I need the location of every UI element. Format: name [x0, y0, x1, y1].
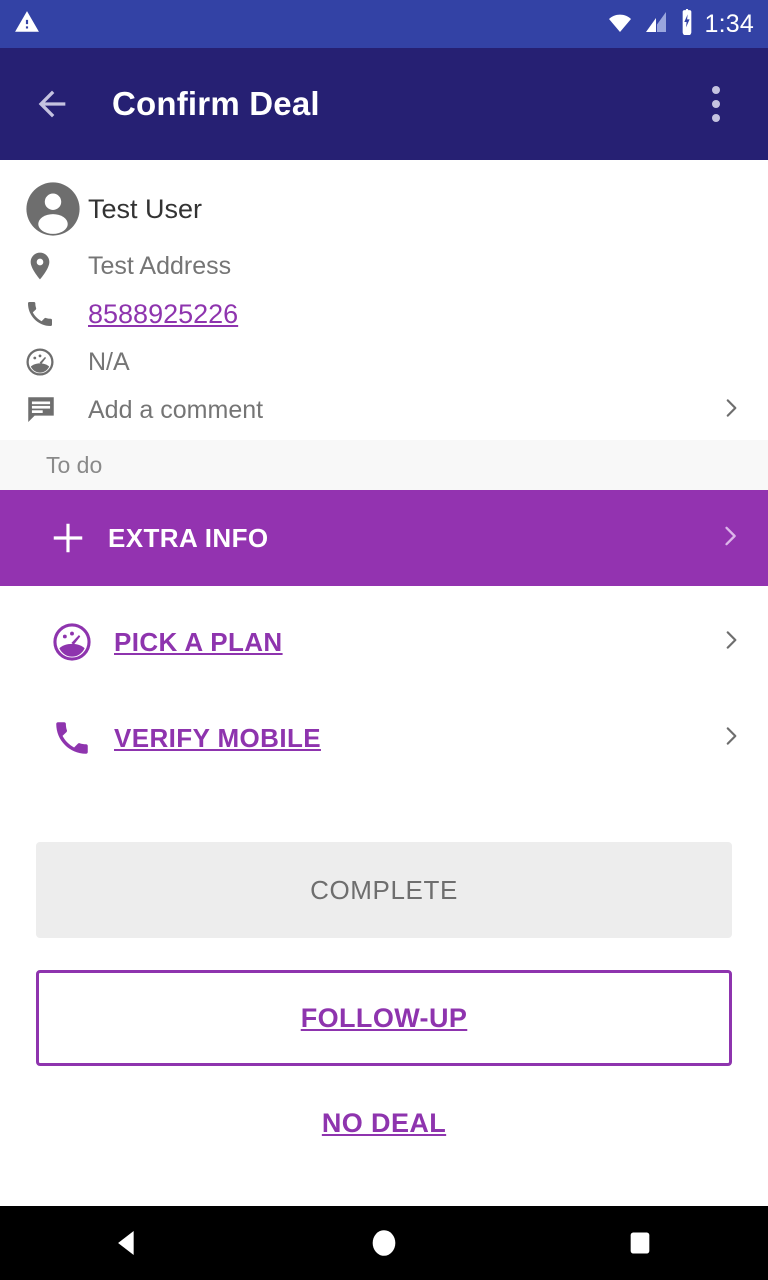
- main-content: Test User Test Address 8588925226 N/A Ad…: [0, 160, 768, 1206]
- speedometer-icon: [46, 620, 98, 664]
- phone-icon: [24, 298, 88, 330]
- contact-comment-row[interactable]: Add a comment: [0, 386, 768, 434]
- android-nav-bar: [0, 1206, 768, 1280]
- cell-signal-icon: [643, 10, 669, 39]
- contact-plan-row: N/A: [0, 338, 768, 386]
- follow-up-button[interactable]: FOLLOW-UP: [36, 970, 732, 1066]
- wifi-icon: [606, 10, 634, 39]
- overflow-menu-icon[interactable]: [688, 76, 744, 132]
- contact-phone-row[interactable]: 8588925226: [0, 290, 768, 338]
- status-bar-clock: 1:34: [704, 9, 754, 38]
- chevron-right-icon[interactable]: [716, 522, 744, 555]
- chevron-right-icon[interactable]: [718, 395, 744, 426]
- phone-screen: 1:34 Confirm Deal Test User Test Address…: [0, 0, 768, 1280]
- contact-name: Test User: [88, 193, 203, 224]
- back-arrow-icon[interactable]: [24, 76, 80, 132]
- person-avatar-icon: [24, 180, 88, 238]
- todo-section-header: To do: [0, 440, 768, 490]
- nav-recents-square-icon[interactable]: [580, 1206, 700, 1280]
- contact-comment-placeholder: Add a comment: [88, 395, 264, 424]
- nav-back-triangle-icon[interactable]: [68, 1206, 188, 1280]
- contact-address-row: Test Address: [0, 242, 768, 290]
- task-row-pick-a-plan[interactable]: PICK A PLAN: [0, 594, 768, 690]
- complete-button[interactable]: COMPLETE: [36, 842, 732, 938]
- no-deal-button[interactable]: NO DEAL: [36, 1108, 732, 1139]
- contact-name-row: Test User: [0, 176, 768, 242]
- contact-plan-value: N/A: [88, 347, 130, 376]
- nav-home-circle-icon[interactable]: [324, 1206, 444, 1280]
- no-deal-label: NO DEAL: [321, 1108, 447, 1138]
- plus-icon: [46, 519, 90, 557]
- contact-phone-link[interactable]: 8588925226: [88, 299, 238, 330]
- task-label: VERIFY MOBILE: [114, 722, 321, 753]
- app-bar: Confirm Deal: [0, 48, 768, 160]
- status-bar: 1:34: [0, 0, 768, 48]
- action-buttons: COMPLETE FOLLOW-UP NO DEAL: [0, 786, 768, 1139]
- task-label: PICK A PLAN: [114, 626, 283, 657]
- comment-icon: [24, 393, 88, 427]
- phone-icon: [46, 717, 98, 759]
- location-pin-icon: [24, 250, 88, 282]
- task-row-verify-mobile[interactable]: VERIFY MOBILE: [0, 690, 768, 786]
- chevron-right-icon[interactable]: [718, 627, 744, 658]
- battery-charging-icon: [678, 8, 696, 40]
- contact-details: Test User Test Address 8588925226 N/A Ad…: [0, 160, 768, 440]
- contact-address: Test Address: [88, 251, 232, 280]
- warning-triangle-icon: [14, 9, 40, 40]
- extra-info-label: EXTRA INFO: [108, 522, 269, 553]
- speedometer-icon: [24, 346, 88, 378]
- status-bar-left: [14, 9, 40, 40]
- page-title: Confirm Deal: [112, 85, 320, 122]
- follow-up-label: FOLLOW-UP: [300, 1002, 468, 1033]
- status-bar-right: 1:34: [606, 8, 754, 40]
- chevron-right-icon[interactable]: [718, 723, 744, 754]
- extra-info-banner[interactable]: EXTRA INFO: [0, 490, 768, 586]
